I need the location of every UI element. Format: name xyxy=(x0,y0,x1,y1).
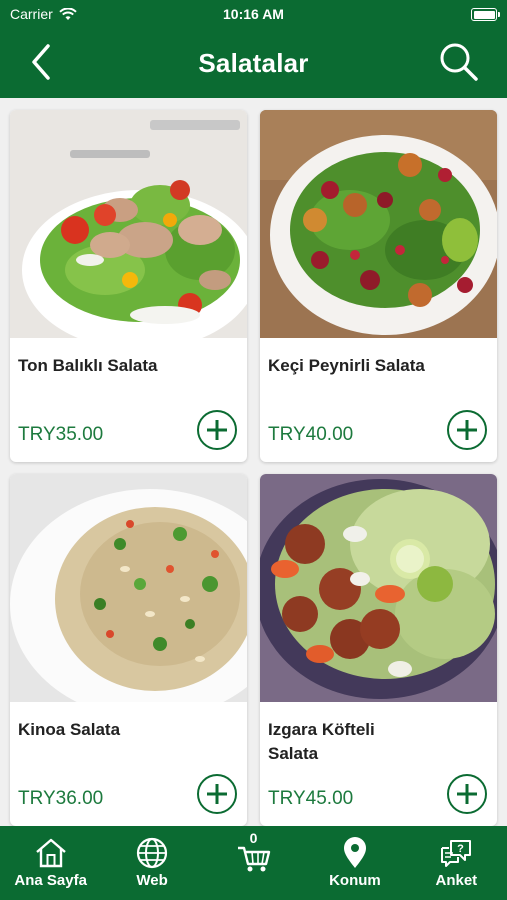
product-price: TRY40.00 xyxy=(268,424,354,445)
bottom-tab-bar: Ana Sayfa Web 0 Konum ? Anket xyxy=(0,826,507,900)
add-to-cart-button[interactable] xyxy=(197,774,237,814)
status-bar: Carrier 10:16 AM xyxy=(0,0,507,28)
product-name: Izgara Köfteli Salata xyxy=(268,720,375,763)
product-image xyxy=(260,474,497,702)
search-button[interactable] xyxy=(437,40,481,84)
product-name: Kinoa Salata xyxy=(18,720,121,739)
product-price: TRY35.00 xyxy=(18,424,104,445)
cart-icon xyxy=(237,846,270,872)
tab-home[interactable]: Ana Sayfa xyxy=(0,826,101,900)
app-header: Carrier 10:16 AM Salatalar xyxy=(0,0,507,98)
page-title: Salatalar xyxy=(198,48,309,78)
product-price: TRY45.00 xyxy=(268,788,354,809)
product-card[interactable]: Izgara Köfteli Salata TRY45.00 xyxy=(260,474,497,826)
tab-survey-label: Anket xyxy=(435,872,478,889)
product-name: Keçi Peynirli Salata xyxy=(268,356,425,375)
product-image xyxy=(10,110,247,338)
globe-icon xyxy=(137,837,168,869)
product-image xyxy=(10,474,247,702)
tab-survey[interactable]: ? Anket xyxy=(406,826,507,900)
battery-icon xyxy=(471,8,500,21)
cart-icon-wrap: 0 xyxy=(236,830,272,872)
tab-home-label: Ana Sayfa xyxy=(14,872,87,889)
tab-web[interactable]: Web xyxy=(101,826,202,900)
home-icon xyxy=(35,838,66,868)
tab-cart[interactable]: 0 xyxy=(203,826,304,900)
location-pin-icon xyxy=(343,837,366,868)
product-card[interactable]: Kinoa Salata TRY36.00 xyxy=(10,474,247,826)
tab-location[interactable]: Konum xyxy=(304,826,405,900)
product-grid: Ton Balıklı Salata TRY35.00 Keçi Peynirl… xyxy=(0,98,507,826)
add-to-cart-button[interactable] xyxy=(447,410,487,450)
product-price: TRY36.00 xyxy=(18,788,104,809)
add-to-cart-button[interactable] xyxy=(197,410,237,450)
add-to-cart-button[interactable] xyxy=(447,774,487,814)
product-card[interactable]: Keçi Peynirli Salata TRY40.00 xyxy=(260,110,497,462)
product-card[interactable]: Ton Balıklı Salata TRY35.00 xyxy=(10,110,247,462)
chat-question-icon: ? xyxy=(441,840,472,867)
search-icon xyxy=(440,43,478,81)
status-time: 10:16 AM xyxy=(223,6,284,22)
product-image xyxy=(260,110,497,338)
svg-text:?: ? xyxy=(457,843,464,855)
tab-location-label: Konum xyxy=(329,872,381,889)
product-name: Ton Balıklı Salata xyxy=(18,356,158,375)
tab-web-label: Web xyxy=(136,872,168,889)
